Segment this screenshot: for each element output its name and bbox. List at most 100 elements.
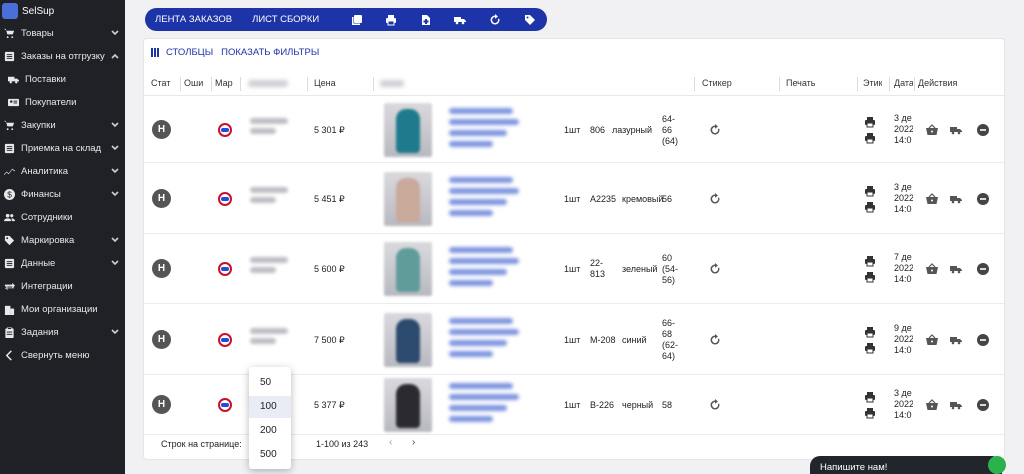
sidebar-item-1[interactable]: Заказы на отгрузку	[0, 45, 125, 68]
table-row[interactable]: Н 5 600 ₽ 1шт 22- 813 зеленый 60 (54- 56) 7 де 20…	[144, 234, 1004, 304]
basket-icon[interactable]	[926, 399, 938, 411]
header-sticker[interactable]: Стикер	[702, 78, 732, 88]
print-icon[interactable]	[385, 13, 398, 27]
product-name-link[interactable]	[449, 108, 513, 114]
truck-icon[interactable]	[454, 13, 467, 27]
basket-icon[interactable]	[926, 263, 938, 275]
sidebar-item-12[interactable]: Мои организации	[0, 298, 125, 321]
header-label[interactable]: Этик	[863, 78, 882, 88]
product-thumbnail[interactable]	[384, 313, 432, 367]
sidebar-item-14[interactable]: Свернуть меню	[0, 344, 125, 367]
sidebar-item-6[interactable]: Аналитика	[0, 160, 125, 183]
truck-icon[interactable]	[950, 124, 962, 136]
chevron-down-icon[interactable]	[110, 143, 120, 153]
product-name-link[interactable]	[449, 280, 493, 286]
basket-icon[interactable]	[926, 124, 938, 136]
sidebar-item-13[interactable]: Задания	[0, 321, 125, 344]
sidebar-item-7[interactable]: $ Финансы	[0, 183, 125, 206]
truck-icon[interactable]	[950, 399, 962, 411]
header-price[interactable]: Цена	[314, 78, 336, 88]
table-row[interactable]: Н 5 301 ₽ 1шт 806 лазурный 64- 66 (64) 3 де 2022 1…	[144, 97, 1004, 163]
product-name-link[interactable]	[449, 394, 519, 400]
refresh-sticker-icon[interactable]	[709, 399, 721, 411]
product-name-link[interactable]	[449, 258, 519, 264]
product-name-link[interactable]	[449, 416, 493, 422]
next-page-icon[interactable]: ›	[412, 437, 422, 448]
remove-icon[interactable]	[977, 193, 989, 205]
truck-icon[interactable]	[950, 193, 962, 205]
product-name-link[interactable]	[449, 247, 513, 253]
product-name-link[interactable]	[449, 405, 507, 411]
product-thumbnail[interactable]	[384, 172, 432, 226]
truck-icon[interactable]	[950, 334, 962, 346]
product-name-link[interactable]	[449, 329, 519, 335]
sidebar-item-3[interactable]: Покупатели	[0, 91, 125, 114]
refresh-icon[interactable]	[489, 13, 502, 27]
header-print[interactable]: Печать	[786, 78, 815, 88]
product-name-link[interactable]	[449, 210, 493, 216]
sidebar-item-2[interactable]: Поставки	[0, 68, 125, 91]
chevron-down-icon[interactable]	[110, 120, 120, 130]
product-name-link[interactable]	[449, 383, 513, 389]
header-marketplace[interactable]: Мар	[215, 78, 237, 88]
sidebar-item-0[interactable]: Товары	[0, 22, 125, 45]
refresh-sticker-icon[interactable]	[709, 263, 721, 275]
sidebar-item-5[interactable]: Приемка на склад	[0, 137, 125, 160]
print-label-icon[interactable]	[864, 185, 876, 197]
sidebar-item-9[interactable]: Маркировка	[0, 229, 125, 252]
remove-icon[interactable]	[977, 334, 989, 346]
product-name-link[interactable]	[449, 130, 507, 136]
print-label-icon[interactable]	[864, 132, 876, 144]
refresh-sticker-icon[interactable]	[709, 193, 721, 205]
print-label-icon[interactable]	[864, 342, 876, 354]
product-thumbnail[interactable]	[384, 378, 432, 432]
chevron-down-icon[interactable]	[110, 235, 120, 245]
print-label-icon[interactable]	[864, 201, 876, 213]
refresh-sticker-icon[interactable]	[709, 334, 721, 346]
chevron-up-icon[interactable]	[110, 51, 120, 61]
product-thumbnail[interactable]	[384, 242, 432, 296]
rows-per-page-option[interactable]: 50	[249, 372, 291, 394]
rows-per-page-option[interactable]: 100	[249, 396, 291, 418]
tag-icon[interactable]	[523, 13, 536, 27]
brand[interactable]: SelSup	[0, 0, 125, 22]
product-name-link[interactable]	[449, 188, 519, 194]
header-actions[interactable]: Действия	[918, 78, 957, 88]
product-name-link[interactable]	[449, 119, 519, 125]
add-file-icon[interactable]	[419, 13, 432, 27]
remove-icon[interactable]	[977, 399, 989, 411]
rows-per-page-option[interactable]: 500	[249, 444, 291, 466]
picklist-button[interactable]: ЛИСТ СБОРКИ	[252, 14, 319, 25]
product-name-link[interactable]	[449, 199, 507, 205]
chevron-down-icon[interactable]	[110, 166, 120, 176]
sidebar-item-11[interactable]: Интеграции	[0, 275, 125, 298]
chevron-down-icon[interactable]	[110, 189, 120, 199]
basket-icon[interactable]	[926, 193, 938, 205]
table-row[interactable]: Н 7 500 ₽ 1шт M-208 синий 66- 68 (62- 64) 9 де 202…	[144, 304, 1004, 375]
orders-feed-button[interactable]: ЛЕНТА ЗАКАЗОВ	[155, 14, 232, 25]
chat-widget[interactable]: Напишите нам!	[810, 456, 1006, 474]
print-label-icon[interactable]	[864, 116, 876, 128]
header-date[interactable]: Дата	[894, 78, 913, 88]
remove-icon[interactable]	[977, 263, 989, 275]
chevron-down-icon[interactable]	[110, 327, 120, 337]
header-errors[interactable]: Оши	[184, 78, 208, 88]
product-name-link[interactable]	[449, 351, 493, 357]
columns-button[interactable]: СТОЛБЦЫ	[166, 47, 213, 58]
columns-icon[interactable]	[151, 48, 161, 57]
print-label-icon[interactable]	[864, 326, 876, 338]
copy-icon[interactable]	[350, 13, 363, 27]
product-name-link[interactable]	[449, 269, 507, 275]
truck-icon[interactable]	[950, 263, 962, 275]
refresh-sticker-icon[interactable]	[709, 124, 721, 136]
header-status[interactable]: Стат	[151, 78, 179, 88]
product-name-link[interactable]	[449, 177, 513, 183]
product-name-link[interactable]	[449, 340, 507, 346]
rows-per-page-option[interactable]: 200	[249, 420, 291, 442]
remove-icon[interactable]	[977, 124, 989, 136]
table-row[interactable]: Н 5 451 ₽ 1шт A2235 кремовый 56 3 де 2022 14:0	[144, 163, 1004, 234]
print-label-icon[interactable]	[864, 255, 876, 267]
chevron-down-icon[interactable]	[110, 258, 120, 268]
product-name-link[interactable]	[449, 318, 513, 324]
chevron-down-icon[interactable]	[110, 28, 120, 38]
